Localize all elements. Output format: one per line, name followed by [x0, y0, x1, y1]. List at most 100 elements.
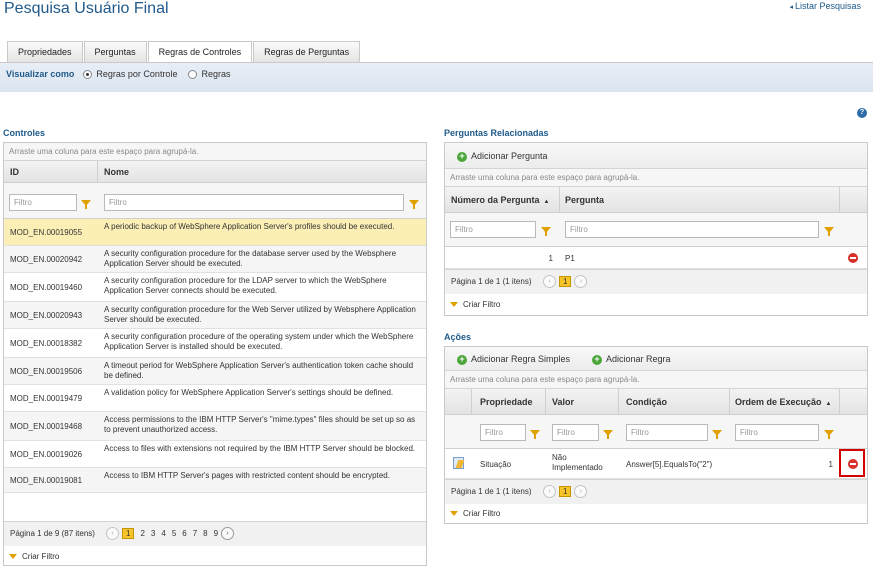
- col-question-number-header[interactable]: Número da Pergunta ▲: [451, 195, 549, 205]
- question-number-filter-icon[interactable]: [541, 227, 551, 236]
- col-question-header[interactable]: Pergunta: [565, 195, 604, 205]
- radio-rules-by-control-label[interactable]: Regras por Controle: [96, 69, 177, 79]
- questions-panel: + Adicionar Pergunta Arraste uma coluna p…: [444, 142, 868, 316]
- back-arrow-icon: ◂: [789, 4, 793, 11]
- page-link-4[interactable]: 4: [161, 529, 165, 538]
- name-filter-icon[interactable]: [409, 200, 419, 209]
- order-filter-input[interactable]: Filtro: [735, 424, 819, 441]
- radio-rules-label[interactable]: Regras: [201, 69, 230, 79]
- actions-panel: + Adicionar Regra Simples + Adicionar Regr…: [444, 346, 868, 524]
- add-rule-button[interactable]: + Adicionar Regra: [592, 354, 671, 365]
- table-row[interactable]: MOD_EN.00019055 A periodic backup of WebS…: [4, 219, 426, 246]
- prev-page-button[interactable]: ‹: [543, 485, 556, 498]
- tab-questions[interactable]: Perguntas: [83, 41, 147, 62]
- questions-header: Número da Pergunta ▲ Pergunta: [445, 187, 867, 213]
- highlight-box: [839, 449, 865, 477]
- questions-filter-row: Filtro Filtro: [445, 213, 867, 247]
- table-row[interactable]: MOD_EN.00019460 A security configuration …: [4, 273, 426, 302]
- page-link-2[interactable]: 2: [140, 529, 144, 538]
- condition-cell: Answer[5].EqualsTo("2"): [626, 460, 713, 469]
- controls-pager: Página 1 de 9 (87 itens) ‹ 1 2 3 4 5 6 7 8 9 ›: [4, 521, 426, 546]
- radio-rules[interactable]: [187, 70, 197, 80]
- add-question-button[interactable]: + Adicionar Pergunta: [457, 151, 548, 162]
- page-link-3[interactable]: 3: [151, 529, 155, 538]
- add-icon: +: [457, 151, 467, 162]
- add-simple-rule-button[interactable]: + Adicionar Regra Simples: [457, 354, 570, 365]
- page-link-1[interactable]: 1: [559, 486, 572, 497]
- control-name-cell: Access to IBM HTTP Server's pages with r…: [104, 471, 390, 480]
- controls-title: Controles: [3, 128, 46, 138]
- tab-question-rules[interactable]: Regras de Perguntas: [253, 41, 361, 62]
- col-execution-order-header[interactable]: Ordem de Execução ▲: [735, 397, 832, 407]
- page-link-8[interactable]: 8: [203, 529, 207, 538]
- control-name-cell: A timeout period for WebSphere Applicati…: [104, 361, 414, 380]
- actions-pager: Página 1 de 1 (1 itens) ‹ 1 ›: [445, 479, 867, 504]
- view-bar: Visualizar como Regras por Controle Regr…: [0, 62, 873, 92]
- delete-question-icon[interactable]: [848, 253, 858, 263]
- col-property-header[interactable]: Propriedade: [480, 397, 533, 407]
- question-cell: P1: [565, 254, 575, 263]
- help-icon[interactable]: ?: [857, 108, 867, 118]
- table-row[interactable]: MOD_EN.00020943 A security configuration …: [4, 302, 426, 329]
- control-id-cell: MOD_EN.00018382: [10, 338, 83, 348]
- table-row[interactable]: 1 P1: [445, 247, 867, 269]
- condition-filter-icon[interactable]: [712, 430, 722, 439]
- questions-pager-text: Página 1 de 1 (1 itens): [451, 277, 532, 286]
- page-link-9[interactable]: 9: [214, 529, 218, 538]
- page-link-5[interactable]: 5: [172, 529, 176, 538]
- next-page-button[interactable]: ›: [221, 527, 235, 540]
- value-filter-input[interactable]: Filtro: [552, 424, 599, 441]
- property-filter-input[interactable]: Filtro: [480, 424, 526, 441]
- filter-icon: [450, 302, 458, 308]
- property-filter-icon[interactable]: [530, 430, 540, 439]
- control-name-cell: A security configuration procedure for t…: [104, 305, 416, 324]
- id-filter-icon[interactable]: [81, 200, 91, 209]
- control-name-cell: Access to files with extensions not requ…: [104, 444, 416, 453]
- page-link-7[interactable]: 7: [193, 529, 197, 538]
- name-filter-input[interactable]: Filtro: [104, 194, 404, 211]
- page-link-1[interactable]: 1: [559, 276, 572, 287]
- next-page-button[interactable]: ›: [574, 485, 588, 498]
- radio-rules-by-control[interactable]: [82, 70, 92, 80]
- add-icon: +: [592, 354, 602, 365]
- prev-page-button[interactable]: ‹: [543, 275, 556, 288]
- question-filter-input[interactable]: Filtro: [565, 221, 819, 238]
- col-id-header[interactable]: ID: [10, 167, 19, 177]
- page-link-6[interactable]: 6: [182, 529, 186, 538]
- questions-create-filter[interactable]: Criar Filtro: [450, 300, 500, 309]
- edit-rule-icon[interactable]: [453, 457, 464, 469]
- table-row[interactable]: MOD_EN.00019081 Access to IBM HTTP Server…: [4, 468, 426, 493]
- col-name-header[interactable]: Nome: [104, 167, 129, 177]
- controls-group-hint: Arraste uma coluna para este espaço para…: [4, 143, 426, 161]
- col-condition-header[interactable]: Condição: [626, 397, 667, 407]
- table-row[interactable]: MOD_EN.00019479 A validation policy for W…: [4, 385, 426, 412]
- tab-bar: Propriedades Perguntas Regras de Control…: [7, 41, 361, 62]
- property-cell: Situação: [480, 460, 512, 469]
- actions-create-filter[interactable]: Criar Filtro: [450, 509, 500, 518]
- table-row[interactable]: MOD_EN.00018382 A security configuration …: [4, 329, 426, 358]
- page-link-1[interactable]: 1: [122, 528, 135, 539]
- controls-create-filter[interactable]: Criar Filtro: [9, 552, 59, 561]
- id-filter-input[interactable]: Filtro: [9, 194, 77, 211]
- value-cell: Não Implementado: [552, 453, 603, 472]
- question-filter-icon[interactable]: [824, 227, 834, 236]
- table-row[interactable]: Situação Não Implementado Answer[5].Equa…: [445, 449, 867, 479]
- condition-filter-input[interactable]: Filtro: [626, 424, 708, 441]
- tab-control-rules[interactable]: Regras de Controles: [147, 41, 253, 62]
- question-number-filter-input[interactable]: Filtro: [450, 221, 536, 238]
- table-row[interactable]: MOD_EN.00019468 Access permissions to the…: [4, 412, 426, 441]
- table-row[interactable]: MOD_EN.00020942 A security configuration …: [4, 246, 426, 273]
- value-filter-icon[interactable]: [603, 430, 613, 439]
- order-filter-icon[interactable]: [824, 430, 834, 439]
- table-row[interactable]: MOD_EN.00019506 A timeout period for WebS…: [4, 358, 426, 385]
- table-row[interactable]: MOD_EN.00019026 Access to files with exte…: [4, 441, 426, 468]
- list-surveys-link[interactable]: ◂ Listar Pesquisas: [789, 1, 861, 11]
- col-value-header[interactable]: Valor: [552, 397, 574, 407]
- actions-title: Ações: [444, 332, 472, 342]
- prev-page-button[interactable]: ‹: [106, 527, 119, 540]
- tab-properties[interactable]: Propriedades: [7, 41, 83, 62]
- filter-icon: [450, 511, 458, 517]
- controls-filter-row: Filtro Filtro: [4, 183, 426, 219]
- next-page-button[interactable]: ›: [574, 275, 588, 288]
- actions-toolbar: + Adicionar Regra Simples + Adicionar Regr…: [445, 347, 867, 371]
